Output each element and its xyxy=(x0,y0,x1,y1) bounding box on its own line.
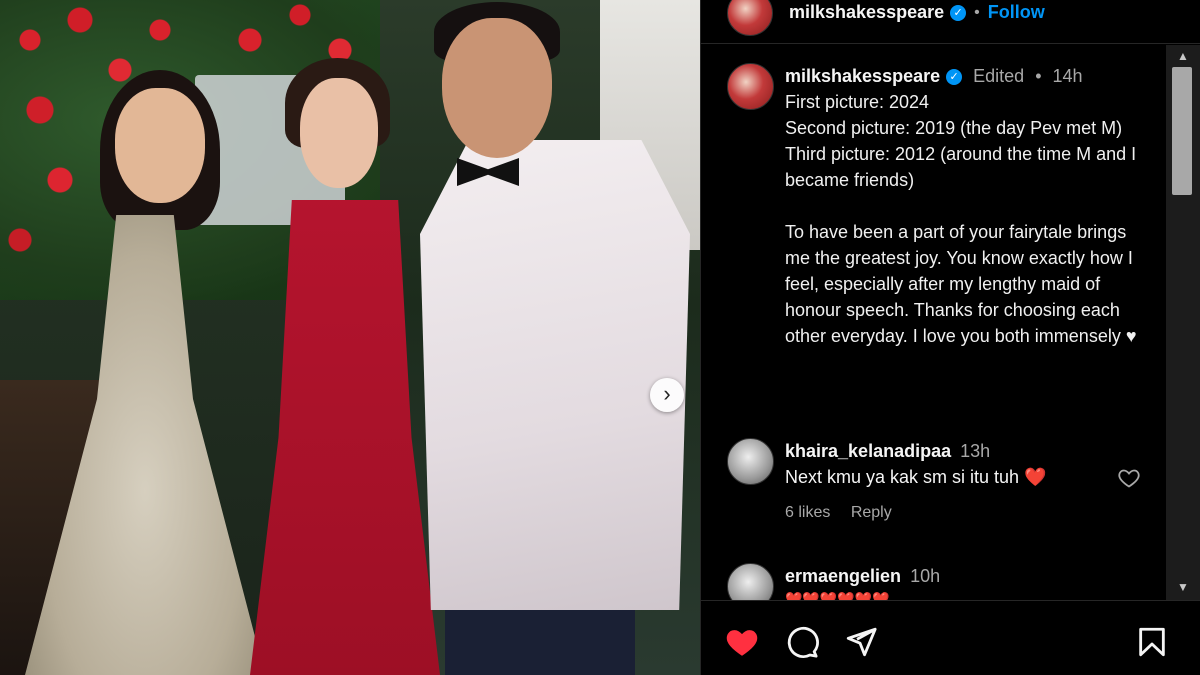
caption-text: First picture: 2024 Second picture: 2019… xyxy=(785,89,1155,349)
comment-timestamp: 10h xyxy=(910,566,941,586)
caption-separator: • xyxy=(1035,66,1042,86)
comment-meta: ermaengelien 10h xyxy=(785,563,1105,589)
edited-label: Edited xyxy=(973,66,1025,86)
post-action-bar xyxy=(701,600,1200,675)
carousel-next-button[interactable]: › xyxy=(650,378,684,412)
post-header: milkshakesspeare ✓ • Follow xyxy=(701,0,1200,44)
author-username[interactable]: milkshakesspeare xyxy=(789,2,944,23)
triangle-up-icon[interactable]: ▲ xyxy=(1174,49,1192,63)
comments-list[interactable]: milkshakesspeare ✓ Edited • 14h First pic… xyxy=(701,45,1166,600)
caption-author-avatar[interactable] xyxy=(727,63,774,110)
person-center-face xyxy=(300,78,378,188)
comment-actions: 6 likes Reply xyxy=(785,504,1105,522)
header-separator: • xyxy=(974,3,980,21)
author-avatar[interactable] xyxy=(727,0,773,36)
comment-username[interactable]: ermaengelien xyxy=(785,566,901,586)
caption-line: First picture: 2024 xyxy=(785,92,930,112)
caption-meta: milkshakesspeare ✓ Edited • 14h xyxy=(785,63,1155,89)
comment-bubble-icon[interactable] xyxy=(785,625,819,659)
comment-text: Next kmu ya kak sm si itu tuh ❤️ xyxy=(785,464,1105,490)
commenter-avatar[interactable] xyxy=(727,563,774,600)
post-side-panel: milkshakesspeare ✓ • Follow milkshakessp… xyxy=(700,0,1200,675)
comment-meta: khaira_kelanadipaa 13h xyxy=(785,438,1105,464)
verified-badge-icon: ✓ xyxy=(946,69,963,86)
comment-username[interactable]: khaira_kelanadipaa xyxy=(785,441,951,461)
chevron-right-icon: › xyxy=(663,381,671,406)
caption-timestamp: 14h xyxy=(1052,66,1083,86)
verified-badge-icon: ✓ xyxy=(950,4,967,21)
follow-button[interactable]: Follow xyxy=(988,2,1045,23)
scrollbar-thumb[interactable] xyxy=(1172,67,1192,195)
person-right-face xyxy=(442,18,552,158)
triangle-down-icon[interactable]: ▼ xyxy=(1174,580,1192,594)
caption-line: Second picture: 2019 (the day Pev met M) xyxy=(785,118,1123,138)
comment-body: Next kmu ya kak sm si itu tuh xyxy=(785,467,1020,487)
commenter-avatar[interactable] xyxy=(727,438,774,485)
heart-icon[interactable] xyxy=(1117,466,1141,490)
post-photo[interactable]: › xyxy=(0,0,700,675)
reply-button[interactable]: Reply xyxy=(851,504,892,521)
comments-scrollbar[interactable]: ▲ ▼ xyxy=(1166,45,1200,600)
bookmark-icon[interactable] xyxy=(1135,625,1169,659)
comment-timestamp: 13h xyxy=(960,441,991,461)
caption-line: Third picture: 2012 (around the time M a… xyxy=(785,144,1137,190)
caption-username[interactable]: milkshakesspeare xyxy=(785,66,940,86)
comment-text: ❤️❤️❤️❤️❤️❤️ xyxy=(785,591,890,600)
caption-paragraph: To have been a part of your fairytale br… xyxy=(785,222,1137,346)
heart-icon[interactable] xyxy=(725,625,759,659)
comment-likes-count[interactable]: 6 likes xyxy=(785,504,830,521)
paper-plane-icon[interactable] xyxy=(844,625,878,659)
person-left-face xyxy=(115,88,205,203)
red-heart-emoji: ❤️ xyxy=(1024,467,1047,487)
person-right-white-tuxedo xyxy=(420,140,690,610)
